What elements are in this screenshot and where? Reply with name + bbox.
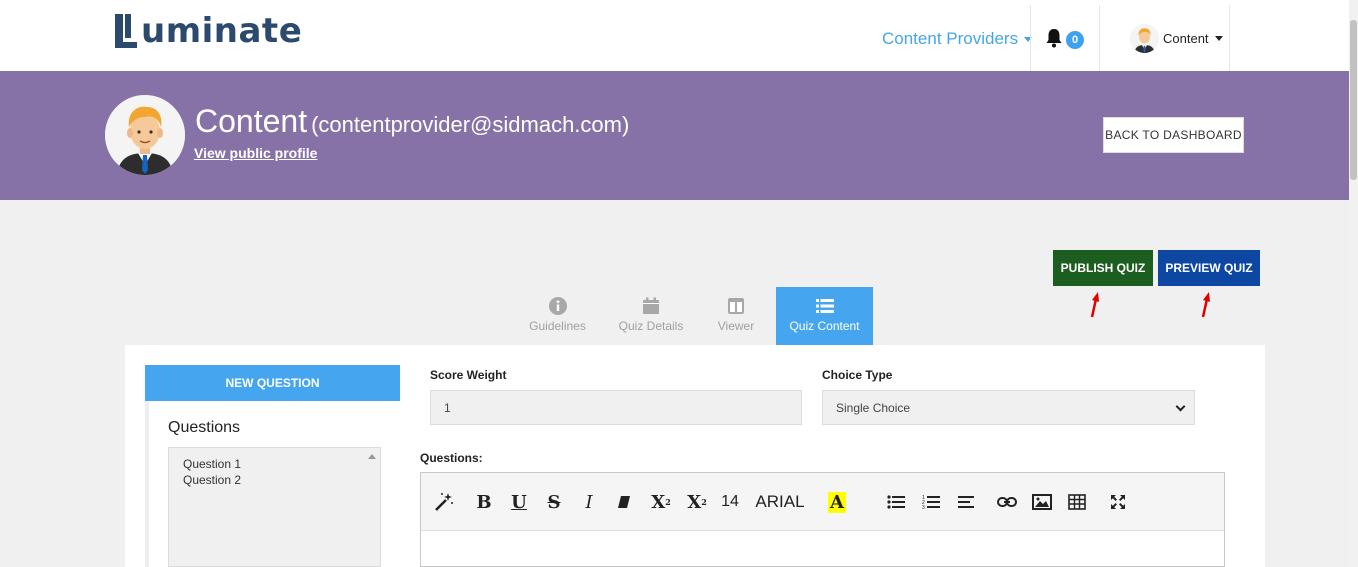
choice-type-select[interactable]: Single Choice bbox=[822, 390, 1195, 425]
view-public-profile-link[interactable]: View public profile bbox=[194, 145, 317, 161]
preview-quiz-button[interactable]: PREVIEW QUIZ bbox=[1158, 250, 1260, 286]
tab-guidelines[interactable]: Guidelines bbox=[520, 287, 595, 345]
content-providers-dropdown[interactable]: Content Providers bbox=[882, 29, 1033, 49]
subscript-icon[interactable]: X2 bbox=[684, 491, 710, 513]
editor-toolbar: B U S I X2 X2 14 ARIAL A 123 bbox=[421, 473, 1224, 531]
user-menu-label: Content bbox=[1163, 31, 1209, 46]
bell-icon[interactable] bbox=[1045, 28, 1063, 48]
profile-avatar bbox=[105, 95, 185, 175]
luminate-logo[interactable]: uminate bbox=[113, 10, 302, 52]
chevron-down-icon bbox=[1175, 401, 1186, 412]
profile-name: Content (contentprovider@sidmach.com) bbox=[195, 103, 629, 140]
top-navbar: uminate Content Providers 0 Content bbox=[0, 0, 1349, 71]
notification-badge: 0 bbox=[1066, 31, 1084, 49]
font-size-selector[interactable]: 14 bbox=[718, 491, 742, 513]
ordered-list-icon[interactable]: 123 bbox=[920, 491, 942, 513]
back-to-dashboard-button[interactable]: BACK TO DASHBOARD bbox=[1103, 117, 1244, 153]
eraser-icon[interactable] bbox=[613, 491, 635, 513]
list-icon bbox=[815, 299, 834, 313]
tab-quiz-content[interactable]: Quiz Content bbox=[776, 287, 873, 345]
nav-divider bbox=[1099, 5, 1100, 71]
tab-label: Guidelines bbox=[529, 319, 586, 333]
tab-quiz-details[interactable]: Quiz Details bbox=[611, 287, 691, 345]
tab-label: Quiz Content bbox=[789, 319, 860, 333]
questions-editor-label: Questions: bbox=[420, 451, 483, 465]
score-weight-value: 1 bbox=[444, 400, 451, 415]
score-weight-label: Score Weight bbox=[430, 368, 507, 382]
logo-mark-icon bbox=[115, 14, 137, 48]
page-scrollbar-thumb[interactable] bbox=[1350, 20, 1357, 180]
content-providers-label: Content Providers bbox=[882, 29, 1019, 48]
questions-title: Questions bbox=[168, 419, 241, 436]
profile-email: (contentprovider@sidmach.com) bbox=[311, 112, 630, 137]
table-icon[interactable] bbox=[1066, 491, 1088, 513]
tab-label: Quiz Details bbox=[618, 319, 684, 333]
profile-name-text: Content bbox=[195, 103, 308, 139]
new-question-button[interactable]: NEW QUESTION bbox=[145, 365, 400, 401]
scroll-up-icon[interactable] bbox=[368, 454, 376, 459]
tab-label: Viewer bbox=[717, 319, 755, 333]
user-menu-dropdown[interactable]: Content bbox=[1163, 31, 1223, 46]
nav-divider bbox=[1030, 5, 1031, 71]
score-weight-input[interactable]: 1 bbox=[430, 390, 802, 425]
svg-text:3: 3 bbox=[922, 505, 925, 510]
logo-text: uminate bbox=[141, 11, 303, 51]
avatar-image-icon bbox=[1130, 24, 1159, 53]
question-rich-text-editor[interactable]: B U S I X2 X2 14 ARIAL A 123 bbox=[420, 472, 1225, 567]
unordered-list-icon[interactable] bbox=[885, 491, 907, 513]
superscript-icon[interactable]: X2 bbox=[648, 491, 674, 513]
magic-icon[interactable] bbox=[433, 491, 455, 513]
choice-type-label: Choice Type bbox=[822, 368, 893, 382]
tab-viewer[interactable]: Viewer bbox=[712, 287, 760, 345]
nav-divider bbox=[1229, 5, 1230, 71]
profile-avatar-image-icon bbox=[105, 95, 185, 175]
red-arrow-icon bbox=[1090, 292, 1099, 318]
image-icon[interactable] bbox=[1031, 491, 1053, 513]
chevron-down-icon bbox=[1214, 36, 1223, 41]
calendar-icon bbox=[643, 297, 659, 314]
choice-type-value: Single Choice bbox=[836, 400, 911, 415]
questions-list[interactable]: Question 1 Question 2 bbox=[168, 447, 381, 567]
avatar[interactable] bbox=[1130, 24, 1159, 53]
highlight-icon[interactable]: A bbox=[826, 491, 848, 513]
bold-icon[interactable]: B bbox=[473, 491, 495, 513]
italic-icon[interactable]: I bbox=[578, 491, 600, 513]
list-item[interactable]: Question 1 bbox=[183, 456, 380, 472]
link-icon[interactable] bbox=[996, 491, 1018, 513]
columns-icon bbox=[728, 298, 744, 314]
fullscreen-icon[interactable] bbox=[1107, 491, 1129, 513]
info-icon bbox=[548, 297, 567, 315]
font-family-selector[interactable]: ARIAL bbox=[754, 491, 806, 513]
red-arrow-icon bbox=[1201, 292, 1210, 318]
underline-icon[interactable]: U bbox=[508, 491, 530, 513]
strikethrough-icon[interactable]: S bbox=[543, 491, 565, 513]
publish-quiz-button[interactable]: PUBLISH QUIZ bbox=[1053, 250, 1153, 286]
align-icon[interactable] bbox=[955, 491, 977, 513]
list-item[interactable]: Question 2 bbox=[183, 472, 380, 488]
